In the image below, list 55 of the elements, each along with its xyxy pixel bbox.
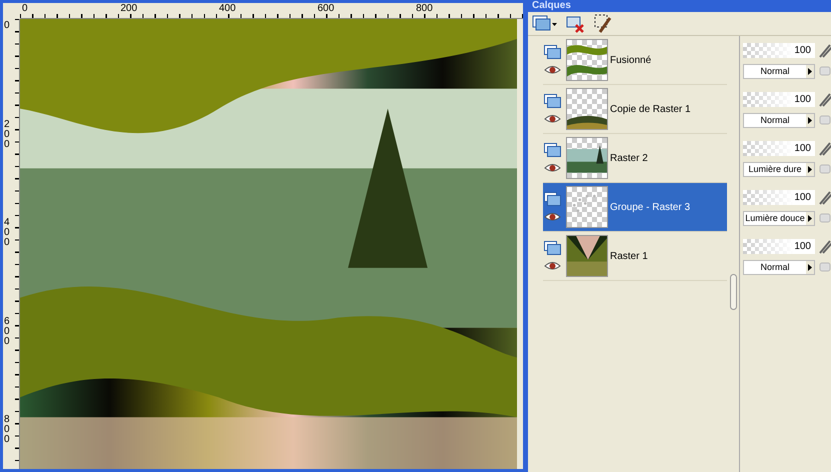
blend-mode-dropdown[interactable]: Lumière dure	[743, 162, 815, 176]
layer-icon	[544, 192, 561, 206]
layer-thumbnail	[566, 88, 608, 130]
blend-mode-dropdown[interactable]: Lumière douce	[743, 210, 815, 226]
ruler-label: 800	[416, 3, 433, 14]
layer-name: Raster 1	[610, 250, 648, 264]
mask-brush-icon[interactable]	[594, 14, 614, 34]
layer-row[interactable]: Groupe - Raster 3	[543, 183, 727, 232]
opacity-slider[interactable]: 100	[743, 239, 815, 254]
layer-row[interactable]: Fusionné	[543, 36, 727, 85]
layer-thumbnail	[566, 235, 608, 277]
ruler-label: 600	[4, 316, 10, 346]
ruler-label: 800	[4, 415, 10, 445]
layer-thumbnail	[566, 186, 608, 228]
ruler-label: 400	[219, 3, 236, 14]
arrow-icon	[806, 162, 814, 176]
layer-thumbnail	[566, 137, 608, 179]
layer-row[interactable]: Raster 2	[543, 134, 727, 183]
ruler-label: 200	[4, 120, 10, 150]
ruler-label: 0	[4, 21, 10, 31]
opacity-slider[interactable]: 100	[743, 43, 815, 58]
layer-thumbnail	[566, 39, 608, 81]
layer-name: Fusionné	[610, 54, 652, 68]
opacity-slider[interactable]: 100	[743, 190, 815, 205]
layer-name: Groupe - Raster 3	[610, 200, 690, 214]
layer-icon	[544, 241, 561, 255]
eye-icon[interactable]	[544, 163, 561, 173]
scrollbar-thumb[interactable]	[730, 274, 736, 310]
layer-icon	[544, 45, 561, 59]
layer-name: Copie de Raster 1	[610, 102, 691, 116]
blend-mode-dropdown[interactable]: Normal	[743, 260, 815, 274]
eye-icon[interactable]	[544, 65, 561, 75]
layer-icon	[544, 94, 561, 108]
arrow-icon	[806, 64, 814, 78]
layer-name: Raster 2	[610, 152, 648, 166]
arrow-icon	[806, 212, 814, 224]
ruler-label: 0	[22, 3, 28, 14]
eye-icon[interactable]	[544, 114, 561, 124]
eye-icon[interactable]	[544, 212, 561, 222]
ruler-label: 600	[318, 3, 334, 14]
eye-icon[interactable]	[544, 261, 561, 271]
layer-row[interactable]: Copie de Raster 1	[543, 85, 727, 134]
opacity-slider[interactable]: 100	[743, 141, 815, 156]
blend-mode-dropdown[interactable]: Normal	[743, 112, 815, 128]
blend-mode-dropdown[interactable]: Normal	[743, 64, 815, 78]
layer-icon	[544, 143, 561, 157]
ruler-label: 200	[120, 3, 138, 14]
ruler-label: 400	[4, 218, 10, 248]
palette-title: Calques	[531, 0, 571, 12]
arrow-icon	[806, 114, 814, 126]
delete-layer-icon[interactable]	[566, 14, 586, 34]
opacity-slider[interactable]: 100	[743, 92, 815, 107]
arrow-icon	[806, 260, 814, 274]
new-layer-icon[interactable]	[532, 14, 558, 34]
layer-row[interactable]: Raster 1	[543, 232, 727, 281]
